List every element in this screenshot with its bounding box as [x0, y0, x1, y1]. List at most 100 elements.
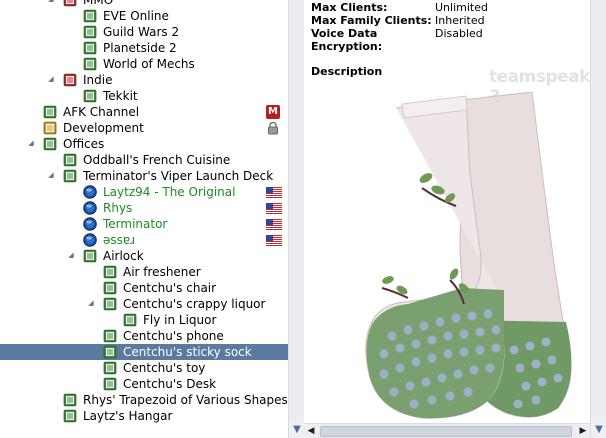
channel-icon — [103, 345, 117, 359]
tree-item-label: ǝssɐɹ — [103, 233, 136, 247]
tree-user-row[interactable]: Laytz94 - The Original — [0, 184, 288, 200]
tree-item-label: AFK Channel — [63, 105, 140, 119]
scroll-down-arrow-icon[interactable]: ▼ — [289, 422, 305, 438]
channel-icon — [83, 25, 97, 39]
tree-channel-row[interactable]: Centchu's Desk — [0, 376, 288, 392]
channel-icon — [103, 361, 117, 375]
tree-channel-row[interactable]: Centchu's phone — [0, 328, 288, 344]
property-value: Inherited — [435, 14, 485, 27]
tree-item-label: Laytz's Hangar — [83, 409, 173, 423]
sock-image — [365, 91, 572, 419]
channel-icon — [63, 393, 77, 407]
tree-item-label: Planetside 2 — [103, 41, 177, 55]
user-status-icon — [83, 185, 97, 199]
tree-channel-row[interactable]: Centchu's sticky sock — [0, 344, 288, 360]
scroll-right-arrow-icon[interactable]: ▶ — [576, 424, 590, 438]
channel-icon — [103, 377, 117, 391]
tree-item-label: Tekkit — [103, 89, 138, 103]
expand-arrow-icon[interactable]: ◢ — [47, 75, 55, 83]
tree-item-label: Development — [63, 121, 144, 135]
tree-vertical-scrollbar[interactable]: ▼ — [288, 0, 305, 438]
tree-channel-row[interactable]: Tekkit — [0, 88, 288, 104]
tree-item-label: Terminator — [103, 217, 168, 231]
tree-channel-row[interactable]: ◢ Indie — [0, 72, 288, 88]
tree-item-label: World of Mechs — [103, 57, 195, 71]
tree-channel-row[interactable]: EVE Online — [0, 8, 288, 24]
tree-item-label: Airlock — [103, 249, 144, 263]
scroll-left-arrow-icon[interactable]: ◀ — [304, 424, 318, 438]
property-value: Disabled — [435, 27, 483, 40]
channel-icon — [103, 265, 117, 279]
expand-arrow-icon[interactable]: ◢ — [47, 0, 55, 3]
tree-channel-row[interactable]: ◢ Terminator's Viper Launch Deck — [0, 168, 288, 184]
channel-icon — [83, 249, 97, 263]
tree-item-label: Centchu's crappy liquor — [123, 297, 266, 311]
channel-icon — [103, 281, 117, 295]
tree-item-label: Oddball's French Cuisine — [83, 153, 231, 167]
tree-channel-row[interactable]: ◢ Offices — [0, 136, 288, 152]
tree-channel-row[interactable]: ◢ Airlock — [0, 248, 288, 264]
channel-icon — [83, 9, 97, 23]
tree-item-label: Centchu's sticky sock — [123, 345, 252, 359]
expand-arrow-icon[interactable]: ◢ — [27, 139, 35, 147]
tree-item-label: Centchu's Desk — [123, 377, 217, 391]
channel-icon — [63, 153, 77, 167]
channel-icon — [103, 329, 117, 343]
lock-icon — [268, 121, 278, 135]
tree-item-label: Offices — [63, 137, 105, 151]
user-status-icon — [83, 233, 97, 247]
us-flag-icon — [266, 235, 282, 246]
expand-arrow-icon[interactable]: ◢ — [67, 251, 75, 259]
us-flag-icon — [266, 203, 282, 214]
scroll-thumb[interactable] — [320, 426, 572, 437]
scroll-down-arrow-icon[interactable]: ▼ — [591, 422, 606, 438]
tree-item-label: EVE Online — [103, 9, 169, 23]
property-label: Max Clients: — [311, 1, 388, 14]
channel-icon — [63, 169, 77, 183]
tree-channel-row[interactable]: Centchu's toy — [0, 360, 288, 376]
tree-item-label: Air freshener — [123, 265, 201, 279]
tree-user-row[interactable]: Rhys — [0, 200, 288, 216]
channel-icon — [43, 105, 57, 119]
tree-channel-row[interactable]: AFK Channel M — [0, 104, 288, 120]
tree-item-label: Centchu's phone — [123, 329, 224, 343]
tree-channel-row[interactable]: Fly in Liquor — [0, 312, 288, 328]
property-label: Max Family Clients: — [311, 14, 432, 27]
tree-channel-row[interactable]: Guild Wars 2 — [0, 24, 288, 40]
tree-item-label: Laytz94 - The Original — [103, 185, 236, 199]
tree-item-label: Centchu's chair — [123, 281, 217, 295]
channel-icon — [63, 409, 77, 423]
tree-channel-row[interactable]: Oddball's French Cuisine — [0, 152, 288, 168]
tree-channel-row[interactable]: Air freshener — [0, 264, 288, 280]
tree-channel-row[interactable]: ◢ Centchu's crappy liquor — [0, 296, 288, 312]
channel-tree: ◢ MMO EVE Online Guild Wars 2 Planetside 2 Wo… — [0, 0, 288, 438]
tree-channel-row[interactable]: Development — [0, 120, 288, 136]
tree-item-label: Guild Wars 2 — [103, 25, 180, 39]
property-label: Voice Data — [311, 27, 378, 40]
tree-channel-row[interactable]: ◢ MMO — [0, 0, 288, 8]
tree-user-row[interactable]: Terminator — [0, 216, 288, 232]
expand-arrow-icon[interactable]: ◢ — [47, 171, 55, 179]
info-vertical-scrollbar[interactable]: ▼ — [590, 0, 606, 438]
tree-channel-row[interactable]: Centchu's chair — [0, 280, 288, 296]
channel-icon — [43, 121, 57, 135]
tree-item-label: Fly in Liquor — [143, 313, 217, 327]
expand-arrow-icon[interactable]: ◢ — [87, 299, 95, 307]
info-horizontal-scrollbar[interactable]: ◀ ▶ — [304, 423, 590, 438]
user-status-icon — [83, 217, 97, 231]
tree-channel-row[interactable]: Planetside 2 — [0, 40, 288, 56]
tree-item-label: MMO — [83, 0, 114, 7]
channel-icon — [83, 57, 97, 71]
tree-channel-row[interactable]: Laytz's Hangar — [0, 408, 288, 424]
channel-icon — [83, 89, 97, 103]
tree-channel-row[interactable]: Rhys' Trapezoid of Various Shapes — [0, 392, 288, 408]
tree-item-label: Rhys — [103, 201, 133, 215]
tree-user-row[interactable]: ǝssɐɹ — [0, 232, 288, 248]
user-status-icon — [83, 201, 97, 215]
tree-item-label: Indie — [83, 73, 113, 87]
property-label: Encryption: — [311, 40, 383, 53]
tree-item-label: Rhys' Trapezoid of Various Shapes — [83, 393, 288, 407]
channel-icon — [63, 73, 77, 87]
tree-item-label: Centchu's toy — [123, 361, 206, 375]
tree-channel-row[interactable]: World of Mechs — [0, 56, 288, 72]
